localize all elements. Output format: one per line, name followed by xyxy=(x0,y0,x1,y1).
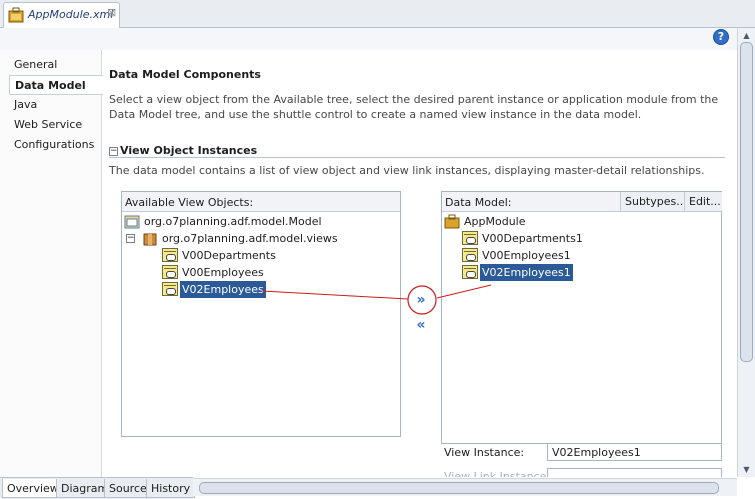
section-description: Select a view object from the Available … xyxy=(109,93,719,121)
view-object-instances-header[interactable]: − View Object Instances xyxy=(109,144,725,158)
editor-tab-appmodule[interactable]: AppModule.xml ⊠ xyxy=(3,2,120,28)
tree-item-label: AppModule xyxy=(464,215,526,228)
data-model-page: Data Model Components Select a view obje… xyxy=(103,50,734,477)
tab-history[interactable]: History xyxy=(146,479,196,498)
editor-tab-title: AppModule.xml xyxy=(28,8,114,21)
overview-nav: General Data Model Java Web Service Conf… xyxy=(0,50,103,477)
horizontal-scrollbar[interactable] xyxy=(193,478,737,496)
help-icon[interactable]: ? xyxy=(713,29,729,45)
subsection-description: The data model contains a list of view o… xyxy=(109,164,705,177)
edit-button[interactable]: Edit... xyxy=(684,192,722,211)
nav-item-general[interactable]: General xyxy=(9,55,101,75)
tree-item-label: org.o7planning.adf.model.Model xyxy=(144,215,322,228)
folder-icon xyxy=(124,214,140,229)
subtypes-button[interactable]: Subtypes... xyxy=(620,192,687,211)
scroll-down-icon[interactable]: ▼ xyxy=(741,464,752,475)
tree-item-label: V02Employees1 xyxy=(480,264,573,281)
view-object-icon xyxy=(162,265,178,280)
available-panel-header: Available View Objects: xyxy=(122,192,400,212)
package-icon xyxy=(142,231,158,246)
tab-source[interactable]: Source xyxy=(104,479,152,498)
tree-item-label: V00Departments1 xyxy=(482,232,583,245)
tree-item-label: V00Employees xyxy=(182,266,264,279)
scroll-up-icon[interactable]: ▲ xyxy=(741,30,752,41)
nav-item-web-service[interactable]: Web Service xyxy=(9,115,101,135)
data-model-panel: Data Model: Subtypes... Edit... AppModul… xyxy=(441,191,722,444)
data-model-panel-header: Data Model: Subtypes... Edit... xyxy=(442,192,722,212)
nav-item-configurations[interactable]: Configurations xyxy=(9,135,101,155)
view-object-icon xyxy=(462,248,478,263)
data-model-panel-title: Data Model: xyxy=(445,196,512,209)
editor-toolbar: ? xyxy=(0,28,737,50)
nav-item-data-model[interactable]: Data Model xyxy=(9,75,103,95)
tree-item-label: V02Employees xyxy=(180,281,266,298)
scroll-thumb[interactable] xyxy=(740,42,753,362)
shuttle-remove-button[interactable]: « xyxy=(413,317,429,333)
view-link-instance-label: View Link Instance: xyxy=(444,470,551,477)
application-module-icon xyxy=(444,214,460,229)
view-link-instance-field[interactable] xyxy=(547,468,722,477)
view-object-icon xyxy=(462,231,478,246)
available-view-objects-panel: Available View Objects: org.o7planning.a… xyxy=(121,191,401,437)
close-icon[interactable]: ⊠ xyxy=(107,6,116,19)
available-panel-title: Available View Objects: xyxy=(125,196,254,209)
tab-overview[interactable]: Overview xyxy=(2,479,64,498)
tree-item-label: V00Departments xyxy=(182,249,276,262)
tree-item-label: org.o7planning.adf.model.views xyxy=(162,232,338,245)
view-object-icon xyxy=(162,248,178,263)
vertical-scrollbar[interactable]: ▲ ▼ xyxy=(737,28,755,477)
expand-toggle-icon[interactable]: − xyxy=(126,234,135,243)
shuttle-add-button[interactable]: » xyxy=(413,292,429,308)
view-instance-label: View Instance: xyxy=(444,446,525,459)
view-object-icon xyxy=(162,282,178,297)
application-module-icon xyxy=(8,7,24,23)
nav-item-java[interactable]: Java xyxy=(9,95,101,115)
editor-tab-bar: AppModule.xml ⊠ xyxy=(0,0,755,28)
scroll-thumb[interactable] xyxy=(199,482,719,494)
tree-item-label: V00Employees1 xyxy=(482,249,571,262)
subsection-title: View Object Instances xyxy=(120,144,258,157)
view-instance-field[interactable]: V02Employees1 xyxy=(547,443,722,461)
section-title: Data Model Components xyxy=(109,68,261,81)
view-object-icon xyxy=(462,265,478,280)
collapse-icon[interactable]: − xyxy=(109,147,118,156)
bottom-tab-bar: Overview Diagram Source History xyxy=(0,477,196,499)
